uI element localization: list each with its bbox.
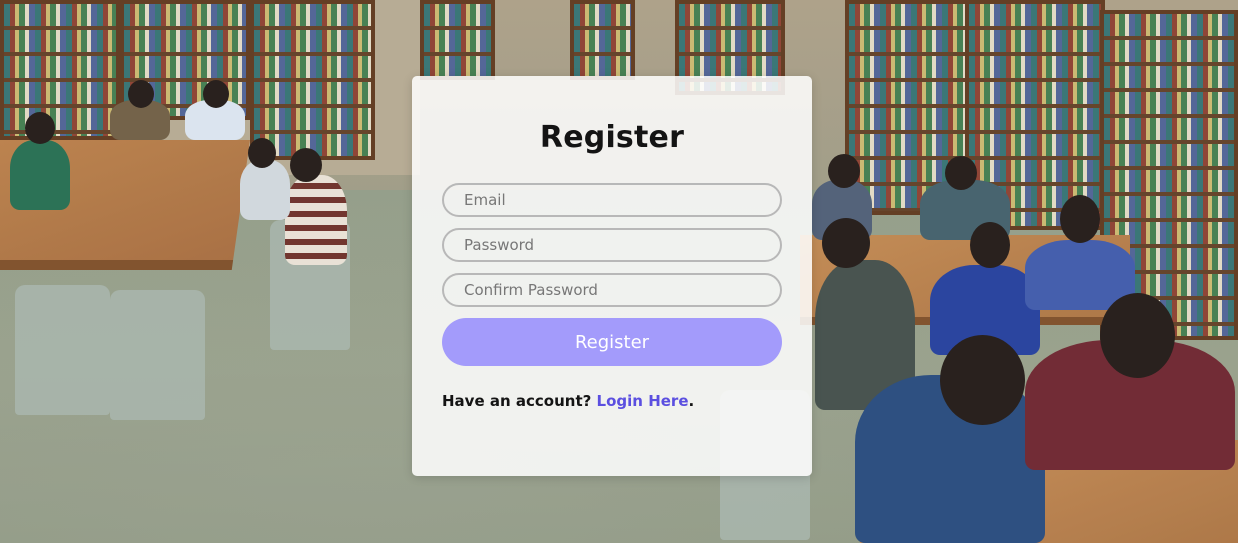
login-prompt: Have an account? Login Here. <box>442 392 782 410</box>
email-input[interactable] <box>442 183 782 217</box>
login-link[interactable]: Login Here <box>597 392 689 410</box>
register-card: Register Register Have an account? Login… <box>412 76 812 476</box>
login-prompt-text: Have an account? <box>442 392 597 410</box>
confirm-password-input[interactable] <box>442 273 782 307</box>
password-input[interactable] <box>442 228 782 262</box>
login-prompt-period: . <box>688 392 695 410</box>
page-title: Register <box>539 120 685 155</box>
register-button[interactable]: Register <box>442 318 782 366</box>
